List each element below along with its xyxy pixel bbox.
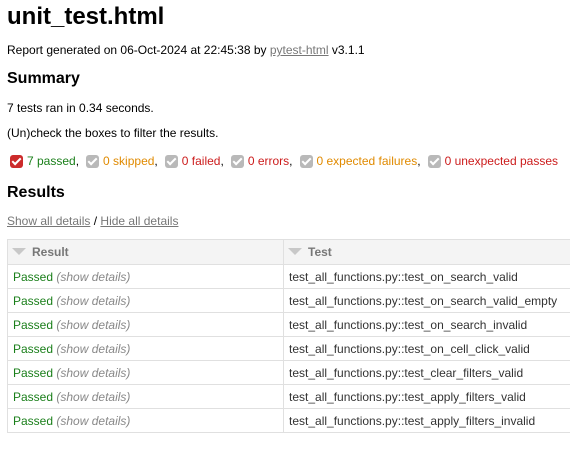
errors-label: 0 errors xyxy=(247,154,290,168)
filter-sep: , xyxy=(417,154,421,168)
results-table: Result Test Passed (show details) test_a… xyxy=(7,239,570,433)
errors-checkbox[interactable] xyxy=(230,154,244,168)
tests-ran-text: 7 tests ran in 0.34 seconds. xyxy=(7,101,154,115)
report-page: unit_test.html Report generated on 06-Oc… xyxy=(0,0,570,460)
unexpected-passes-label: 0 unexpected passes xyxy=(444,154,558,168)
result-cell: Passed (show details) xyxy=(7,408,284,433)
status-text: Passed xyxy=(13,389,54,404)
test-name-cell: test_all_functions.py::test_on_search_va… xyxy=(283,288,570,313)
test-name-cell: test_all_functions.py::test_on_cell_clic… xyxy=(283,336,570,361)
test-name-cell: test_all_functions.py::test_apply_filter… xyxy=(283,384,570,409)
test-name-cell: test_all_functions.py::test_clear_filter… xyxy=(283,360,570,385)
status-text: Passed xyxy=(13,341,54,356)
status-text: Passed xyxy=(13,365,54,380)
filter-unexpected-passes[interactable]: 0 unexpected passes xyxy=(427,153,558,169)
skipped-label: 0 skipped xyxy=(103,154,155,168)
result-cell: Passed (show details) xyxy=(7,384,284,409)
filter-passed[interactable]: 7 passed, xyxy=(10,153,79,169)
filter-failed[interactable]: 0 failed, xyxy=(164,153,224,169)
details-toggle-links: Show all details / Hide all details xyxy=(7,214,178,228)
test-column-header[interactable]: Test xyxy=(283,239,570,265)
show-details-link[interactable]: (show details) xyxy=(56,390,130,404)
show-details-link[interactable]: (show details) xyxy=(56,318,130,332)
failed-label: 0 failed xyxy=(181,154,221,168)
results-heading: Results xyxy=(7,184,65,201)
sort-arrow-icon xyxy=(12,248,26,256)
passed-label: 7 passed xyxy=(27,154,76,168)
status-text: Passed xyxy=(13,413,54,428)
filter-instructions: (Un)check the boxes to filter the result… xyxy=(7,126,219,140)
filter-sep: , xyxy=(289,154,293,168)
pytest-html-link[interactable]: pytest-html xyxy=(270,43,329,57)
filter-errors[interactable]: 0 errors, xyxy=(230,153,293,169)
result-cell: Passed (show details) xyxy=(7,264,284,289)
show-all-details-link[interactable]: Show all details xyxy=(7,214,90,228)
result-cell: Passed (show details) xyxy=(7,288,284,313)
hide-all-details-link[interactable]: Hide all details xyxy=(100,214,178,228)
results-header-row: Result Test xyxy=(7,239,570,265)
filter-expected-failures[interactable]: 0 expected failures, xyxy=(299,153,421,169)
table-row[interactable]: Passed (show details) test_all_functions… xyxy=(7,360,570,385)
table-row[interactable]: Passed (show details) test_all_functions… xyxy=(7,312,570,337)
table-row[interactable]: Passed (show details) test_all_functions… xyxy=(7,384,570,409)
test-name-cell: test_all_functions.py::test_apply_filter… xyxy=(283,408,570,433)
summary-heading: Summary xyxy=(7,70,80,87)
test-column-label: Test xyxy=(308,245,332,259)
unexpected-passes-checkbox[interactable] xyxy=(427,154,441,168)
show-details-link[interactable]: (show details) xyxy=(56,414,130,428)
show-details-link[interactable]: (show details) xyxy=(56,294,130,308)
status-text: Passed xyxy=(13,293,54,308)
filter-skipped[interactable]: 0 skipped, xyxy=(86,153,158,169)
generated-suffix: v3.1.1 xyxy=(328,43,365,57)
show-details-link[interactable]: (show details) xyxy=(56,270,130,284)
table-row[interactable]: Passed (show details) test_all_functions… xyxy=(7,264,570,289)
result-cell: Passed (show details) xyxy=(7,312,284,337)
show-details-link[interactable]: (show details) xyxy=(56,342,130,356)
expected-failures-label: 0 expected failures xyxy=(316,154,418,168)
status-text: Passed xyxy=(13,317,54,332)
failed-checkbox[interactable] xyxy=(164,154,178,168)
result-column-label: Result xyxy=(32,245,69,259)
passed-checkbox[interactable] xyxy=(10,154,23,168)
generated-prefix: Report generated on 06-Oct-2024 at 22:45… xyxy=(7,43,270,57)
filter-checkboxes: 7 passed, 0 skipped, 0 failed, 0 errors,… xyxy=(10,153,565,169)
filter-sep: , xyxy=(220,154,224,168)
generated-info: Report generated on 06-Oct-2024 at 22:45… xyxy=(7,43,365,57)
test-name-cell: test_all_functions.py::test_on_search_in… xyxy=(283,312,570,337)
show-details-link[interactable]: (show details) xyxy=(56,366,130,380)
skipped-checkbox[interactable] xyxy=(86,154,100,168)
sort-arrow-icon xyxy=(288,248,302,256)
page-title: unit_test.html xyxy=(7,3,165,30)
result-cell: Passed (show details) xyxy=(7,360,284,385)
table-row[interactable]: Passed (show details) test_all_functions… xyxy=(7,336,570,361)
expected-failures-checkbox[interactable] xyxy=(299,154,313,168)
details-separator: / xyxy=(90,214,101,228)
filter-sep: , xyxy=(154,154,158,168)
test-name-cell: test_all_functions.py::test_on_search_va… xyxy=(283,264,570,289)
status-text: Passed xyxy=(13,269,54,284)
table-row[interactable]: Passed (show details) test_all_functions… xyxy=(7,408,570,433)
table-row[interactable]: Passed (show details) test_all_functions… xyxy=(7,288,570,313)
filter-sep: , xyxy=(75,154,80,168)
result-cell: Passed (show details) xyxy=(7,336,284,361)
result-column-header[interactable]: Result xyxy=(7,239,284,265)
